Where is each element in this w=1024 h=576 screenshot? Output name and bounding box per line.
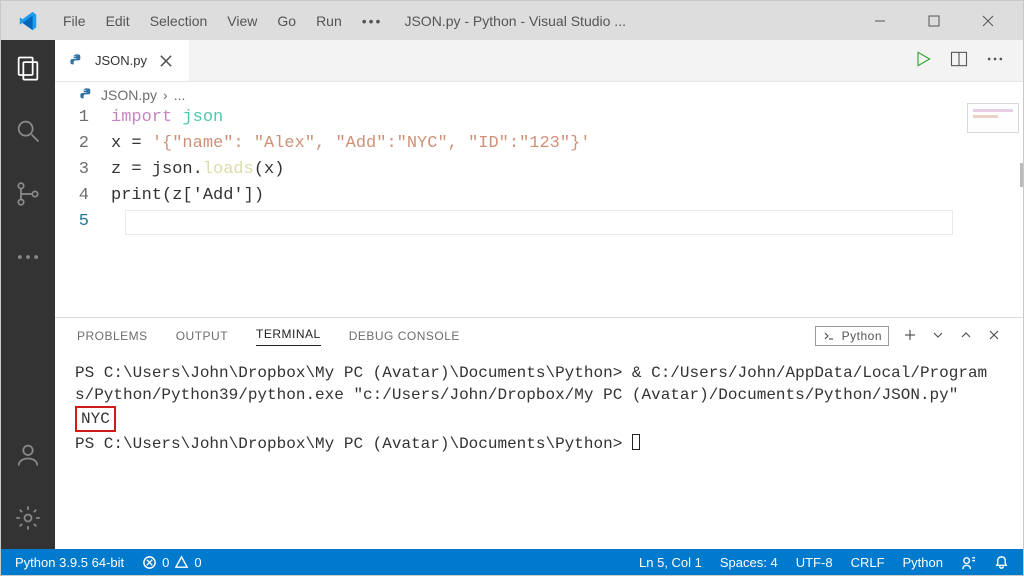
status-indent[interactable]: Spaces: 4: [720, 555, 778, 570]
status-eol[interactable]: CRLF: [851, 555, 885, 570]
breadcrumb[interactable]: JSON.py › ...: [55, 82, 1023, 103]
activity-search[interactable]: [14, 117, 42, 148]
code-line: 4 print(z['Add']): [55, 183, 1023, 209]
status-feedback-button[interactable]: [961, 555, 976, 570]
terminal-icon: [822, 329, 836, 343]
tab-close-icon[interactable]: [157, 52, 175, 70]
activity-explorer[interactable]: [14, 54, 42, 85]
line-number: 4: [55, 183, 111, 209]
status-bar: Python 3.9.5 64-bit 0 0 Ln 5, Col 1 Spac…: [1, 549, 1023, 575]
code-line: 2 x = '{"name": "Alex", "Add":"NYC", "ID…: [55, 131, 1023, 157]
window-close-button[interactable]: [961, 1, 1015, 40]
menu-view[interactable]: View: [217, 13, 267, 29]
panel-tab-terminal[interactable]: TERMINAL: [256, 327, 321, 346]
editor-tab-bar: JSON.py: [55, 40, 1023, 82]
terminal-output-highlight: NYC: [75, 406, 116, 432]
code-line: 3 z = json.loads(x): [55, 157, 1023, 183]
status-encoding[interactable]: UTF-8: [796, 555, 833, 570]
menu-run[interactable]: Run: [306, 13, 352, 29]
line-number: 2: [55, 131, 111, 157]
window-title: JSON.py - Python - Visual Studio ...: [392, 13, 853, 29]
terminal-new-button[interactable]: [903, 328, 917, 345]
menu-overflow-icon[interactable]: •••: [352, 13, 393, 29]
panel-tab-problems[interactable]: PROBLEMS: [77, 329, 148, 343]
editor-body[interactable]: 1 import json 2 x = '{"name": "Alex", "A…: [55, 103, 1023, 317]
scrollbar-marker: [1020, 163, 1023, 187]
terminal-line: PS C:\Users\John\Dropbox\My PC (Avatar)\…: [75, 364, 987, 404]
warning-icon: [174, 555, 189, 570]
feedback-icon: [961, 555, 976, 570]
activity-source-control[interactable]: [14, 180, 42, 211]
menu-edit[interactable]: Edit: [96, 13, 140, 29]
status-cursor-position[interactable]: Ln 5, Col 1: [639, 555, 702, 570]
window-maximize-button[interactable]: [907, 1, 961, 40]
menu-file[interactable]: File: [53, 13, 96, 29]
menu-go[interactable]: Go: [267, 13, 306, 29]
status-language[interactable]: Python: [903, 555, 943, 570]
code-line: 1 import json: [55, 105, 1023, 131]
bell-icon: [994, 555, 1009, 570]
panel-maximize-button[interactable]: [959, 328, 973, 345]
line-number: 5: [55, 209, 111, 235]
bottom-panel: PROBLEMS OUTPUT TERMINAL DEBUG CONSOLE P…: [55, 317, 1023, 549]
line-number: 1: [55, 105, 111, 131]
terminal-shell-label: Python: [842, 329, 882, 343]
activity-bar: [1, 40, 55, 549]
vscode-logo-icon: [17, 10, 39, 32]
breadcrumb-rest: ...: [174, 87, 186, 103]
error-icon: [142, 555, 157, 570]
minimap[interactable]: [967, 103, 1019, 133]
code-line: 5: [55, 209, 1023, 235]
terminal-body[interactable]: PS C:\Users\John\Dropbox\My PC (Avatar)\…: [55, 354, 1023, 549]
python-file-icon: [79, 87, 95, 103]
editor-more-button[interactable]: [985, 49, 1005, 72]
terminal-shell-chip[interactable]: Python: [815, 326, 889, 346]
status-python-version[interactable]: Python 3.9.5 64-bit: [15, 555, 124, 570]
split-editor-button[interactable]: [949, 49, 969, 72]
activity-settings[interactable]: [14, 504, 42, 535]
terminal-dropdown-button[interactable]: [931, 328, 945, 345]
status-notifications-button[interactable]: [994, 555, 1009, 570]
line-number: 3: [55, 157, 111, 183]
run-button[interactable]: [913, 49, 933, 72]
activity-account[interactable]: [14, 441, 42, 472]
panel-close-button[interactable]: [987, 328, 1001, 345]
tab-json-py[interactable]: JSON.py: [55, 40, 189, 81]
breadcrumb-separator: ›: [163, 87, 168, 103]
terminal-prompt: PS C:\Users\John\Dropbox\My PC (Avatar)\…: [75, 435, 632, 453]
breadcrumb-file: JSON.py: [101, 87, 157, 103]
tab-filename: JSON.py: [95, 53, 147, 68]
menu-selection[interactable]: Selection: [140, 13, 218, 29]
window-minimize-button[interactable]: [853, 1, 907, 40]
status-errors[interactable]: 0 0: [142, 555, 201, 570]
title-bar: File Edit Selection View Go Run ••• JSON…: [1, 1, 1023, 40]
terminal-cursor: [632, 434, 640, 450]
panel-tab-debug-console[interactable]: DEBUG CONSOLE: [349, 329, 460, 343]
activity-more-icon[interactable]: [14, 243, 42, 274]
python-file-icon: [69, 53, 85, 69]
panel-tab-output[interactable]: OUTPUT: [176, 329, 228, 343]
